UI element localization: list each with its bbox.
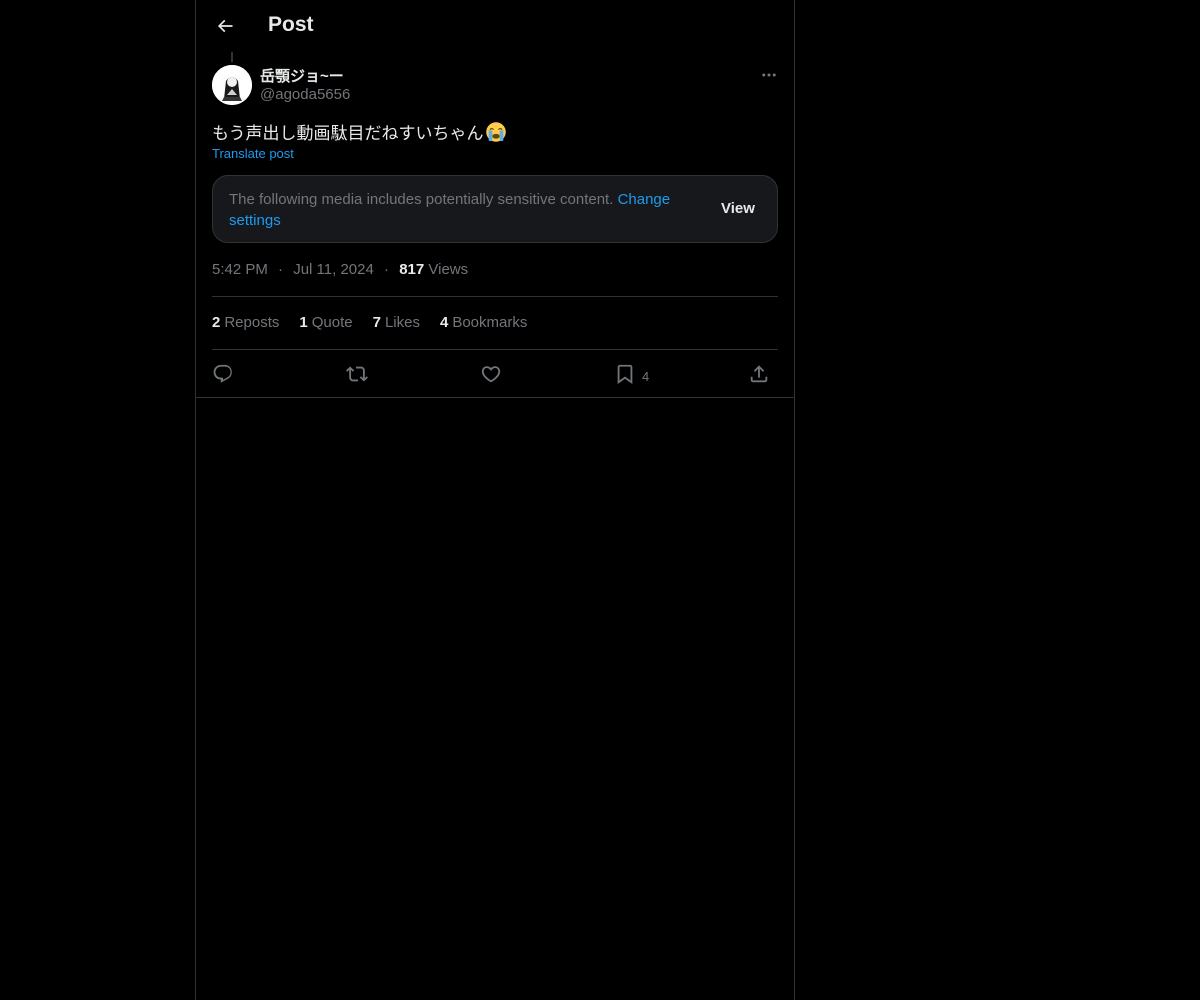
divider — [212, 349, 778, 350]
loudly-crying-face-icon — [485, 121, 506, 142]
bookmarks-count: 4 — [439, 314, 449, 331]
sensitive-content-notice: The following media includes potentially… — [212, 175, 778, 243]
heart-icon — [481, 366, 501, 383]
reply-button[interactable] — [212, 360, 234, 388]
view-media-button[interactable]: View — [721, 200, 755, 217]
sensitive-content-message: The following media includes potentially… — [229, 189, 705, 231]
arrow-left-icon — [217, 19, 233, 33]
avatar[interactable] — [212, 65, 252, 105]
more-horizontal-icon — [762, 73, 776, 77]
reply-icon — [213, 364, 232, 383]
quotes-label: Quote — [311, 314, 353, 331]
reposts-count: 2 — [212, 314, 221, 331]
quotes-count: 1 — [299, 314, 308, 331]
divider — [212, 296, 778, 297]
avatar-image — [212, 65, 252, 105]
translate-post-link[interactable]: Translate post — [212, 146, 294, 161]
bookmark-action-count: 4 — [642, 368, 650, 384]
bookmarks-label: Bookmarks — [452, 314, 528, 331]
post-time[interactable]: 5:42 PM — [212, 261, 268, 278]
share-icon — [750, 365, 768, 383]
likes-count: 7 — [372, 314, 381, 331]
engagement-stats: 2 Reposts 1 Quote 7 Likes 4 Bookmarks — [212, 314, 527, 331]
repost-icon — [346, 366, 368, 382]
views-label: Views — [428, 261, 469, 278]
post-date[interactable]: Jul 11, 2024 — [293, 261, 374, 278]
like-button[interactable] — [480, 360, 502, 388]
post-header: Post — [196, 0, 794, 53]
likes-stat[interactable]: 7 Likes — [373, 314, 420, 331]
post-body: もう声出し動画駄目だねすいちゃん — [212, 119, 507, 144]
author-handle[interactable]: @agoda5656 — [260, 86, 350, 103]
views-count: 817 — [399, 261, 425, 278]
quotes-stat[interactable]: 1 Quote — [299, 314, 352, 331]
post-metadata: 5:42 PM · Jul 11, 2024 · 817 Views — [212, 261, 468, 278]
author-display-name[interactable]: 岳顎ジョ~ー — [260, 65, 344, 86]
back-button[interactable] — [208, 9, 242, 43]
more-options-button[interactable] — [752, 62, 786, 88]
reposts-label: Reposts — [224, 314, 280, 331]
page-title: Post — [268, 13, 314, 36]
reposts-stat[interactable]: 2 Reposts — [212, 314, 279, 331]
bookmark-button[interactable]: 4 — [614, 360, 649, 388]
share-button[interactable] — [748, 360, 770, 388]
repost-button[interactable] — [346, 360, 368, 388]
bookmarks-stat[interactable]: 4 Bookmarks — [440, 314, 527, 331]
post-detail-column: Post 岳顎ジョ~ー @agoda5656 もう声出し動画駄目だねすいちゃん — [195, 0, 795, 1000]
meta-separator: · — [384, 261, 390, 278]
action-bar: 4 — [212, 358, 778, 388]
meta-separator: · — [278, 261, 284, 278]
thread-connector-line — [231, 52, 233, 62]
bookmark-icon — [617, 364, 633, 385]
likes-label: Likes — [384, 314, 420, 331]
post-text: もう声出し動画駄目だねすいちゃん — [212, 124, 484, 143]
sensitive-warning-text: The following media includes potentially… — [229, 191, 614, 208]
post-bottom-divider — [196, 397, 794, 398]
